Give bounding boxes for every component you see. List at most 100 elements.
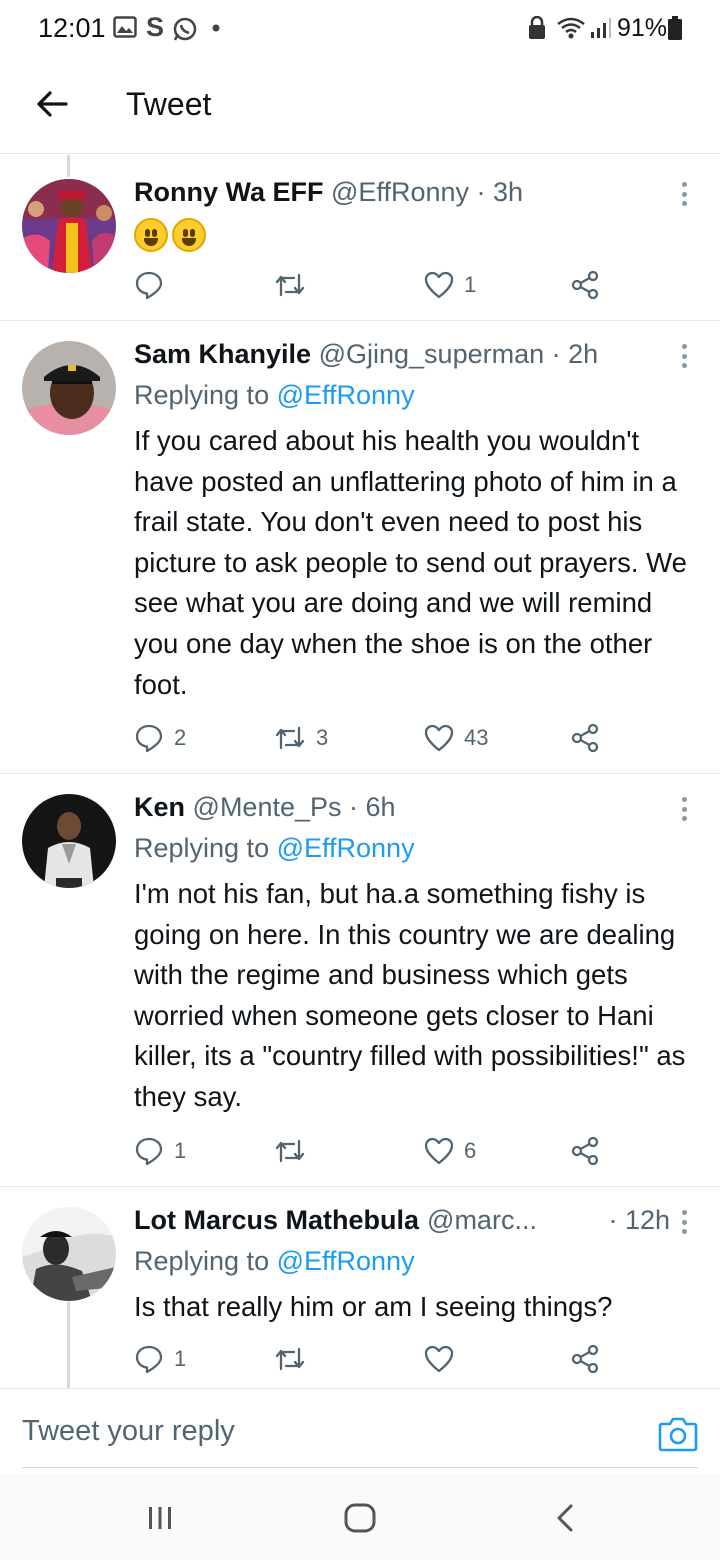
author-name[interactable]: Ken	[134, 792, 185, 822]
s-icon: S	[146, 12, 165, 42]
share-icon	[571, 270, 599, 300]
reply-input[interactable]: Tweet your reply	[22, 1415, 235, 1448]
tweet[interactable]: Sam Khanyile @Gjing_superman · 2h Replyi…	[0, 321, 720, 774]
retweet-button[interactable]	[274, 1131, 316, 1171]
reply-button[interactable]: 2	[134, 718, 186, 758]
replying-to: Replying to @EffRonny	[134, 833, 415, 864]
tweet-time: · 2h	[551, 339, 599, 369]
author-name[interactable]: Lot Marcus Mathebula	[134, 1205, 419, 1236]
retweet-button[interactable]	[274, 265, 316, 305]
more-options-icon[interactable]	[674, 794, 694, 824]
system-nav-bar	[0, 1474, 720, 1560]
reply-button[interactable]: 1	[134, 1131, 186, 1171]
reply-count: 2	[174, 725, 187, 750]
replying-prefix: Replying to	[134, 1246, 277, 1276]
tweet-text: If you cared about his health you wouldn…	[134, 425, 687, 700]
like-button[interactable]	[424, 1339, 464, 1379]
share-button[interactable]	[570, 265, 600, 305]
tweet-time: · 3h	[476, 177, 524, 207]
status-time: 12:01	[38, 13, 106, 43]
retweet-button[interactable]	[274, 1339, 316, 1379]
replying-prefix: Replying to	[134, 833, 277, 863]
retweet-count: 3	[316, 725, 329, 750]
tweet-header: Ken @Mente_Ps · 6h	[134, 792, 672, 823]
battery-percent: 91%	[617, 14, 668, 42]
reply-button[interactable]: 1	[134, 1339, 186, 1379]
signal-icon	[590, 16, 612, 40]
like-count: 1	[464, 272, 477, 297]
tweet-actions: 2 3 43	[134, 718, 624, 758]
replying-mention[interactable]: @EffRonny	[277, 380, 415, 410]
tweet-header: Ronny Wa EFF @EffRonny · 3h	[134, 177, 672, 208]
tweet[interactable]: Lot Marcus Mathebula @marc... · 12h Repl…	[0, 1187, 720, 1388]
tweet-text: I'm not his fan, but ha.a something fish…	[134, 878, 686, 1112]
replying-to: Replying to @EffRonny	[134, 380, 415, 411]
status-bar: 12:01 S 91%	[0, 0, 720, 60]
share-button[interactable]	[570, 1339, 600, 1379]
author-name[interactable]: Sam Khanyile	[134, 339, 311, 369]
battery-icon	[668, 16, 682, 40]
camera-icon[interactable]	[658, 1415, 698, 1453]
tweet-text: Is that really him or am I seeing things…	[134, 1291, 613, 1322]
share-button[interactable]	[570, 718, 600, 758]
author-handle[interactable]: @Mente_Ps	[193, 792, 342, 822]
avatar[interactable]	[22, 179, 116, 273]
more-options-icon[interactable]	[674, 341, 694, 371]
heart-icon	[424, 1345, 454, 1373]
wifi-icon	[556, 16, 586, 40]
lock-icon	[528, 16, 546, 40]
share-icon	[571, 723, 599, 753]
top-app-bar: Tweet	[0, 60, 720, 154]
tweet[interactable]: Ken @Mente_Ps · 6h Replying to @EffRonny…	[0, 774, 720, 1187]
grinning-face-emoji	[172, 218, 206, 252]
heart-icon	[424, 724, 454, 752]
home-icon[interactable]	[340, 1500, 380, 1536]
replying-mention[interactable]: @EffRonny	[277, 833, 415, 863]
tweet[interactable]: Ronny Wa EFF @EffRonny · 3h 1	[0, 155, 720, 321]
share-icon	[571, 1136, 599, 1166]
share-icon	[571, 1344, 599, 1374]
replying-mention[interactable]: @EffRonny	[277, 1246, 415, 1276]
avatar[interactable]	[22, 794, 116, 888]
heart-icon	[424, 1137, 454, 1165]
retweet-icon	[275, 726, 305, 750]
like-button[interactable]: 6	[424, 1131, 476, 1171]
reply-icon	[135, 1137, 163, 1166]
reply-icon	[135, 724, 163, 753]
recents-icon[interactable]	[140, 1500, 180, 1536]
more-options-icon[interactable]	[674, 179, 694, 209]
like-button[interactable]: 43	[424, 718, 488, 758]
tweet-actions: 1 6	[134, 1131, 624, 1171]
tweet-header: Sam Khanyile @Gjing_superman · 2h	[134, 339, 672, 370]
gallery-icon	[113, 16, 137, 38]
tweet-header: Lot Marcus Mathebula @marc... · 12h	[134, 1205, 670, 1236]
reply-count: 1	[174, 1346, 187, 1371]
reply-icon	[135, 271, 163, 300]
author-handle[interactable]: @EffRonny	[331, 177, 469, 207]
tweet-time: · 12h	[608, 1205, 670, 1235]
replying-to: Replying to @EffRonny	[134, 1246, 415, 1277]
reply-button[interactable]	[134, 265, 174, 305]
heart-icon	[424, 271, 454, 299]
author-name[interactable]: Ronny Wa EFF	[134, 177, 324, 207]
retweet-button[interactable]: 3	[274, 718, 328, 758]
back-arrow-icon[interactable]	[30, 82, 74, 126]
back-icon[interactable]	[545, 1500, 585, 1536]
more-options-icon[interactable]	[674, 1207, 694, 1237]
tweet-emojis	[134, 218, 206, 252]
share-button[interactable]	[570, 1131, 600, 1171]
grinning-face-emoji	[134, 218, 168, 252]
replying-prefix: Replying to	[134, 380, 277, 410]
tweet-actions: 1	[134, 1339, 624, 1379]
avatar[interactable]	[22, 1207, 116, 1301]
author-handle[interactable]: @marc...	[427, 1205, 537, 1236]
tweet-time: · 6h	[349, 792, 396, 822]
reply-count: 1	[174, 1138, 187, 1163]
like-count: 43	[464, 725, 489, 750]
author-handle[interactable]: @Gjing_superman	[319, 339, 545, 369]
reply-icon	[135, 1345, 163, 1374]
like-count: 6	[464, 1138, 477, 1163]
like-button[interactable]: 1	[424, 265, 476, 305]
avatar[interactable]	[22, 341, 116, 435]
tweet-actions: 1	[134, 265, 624, 305]
